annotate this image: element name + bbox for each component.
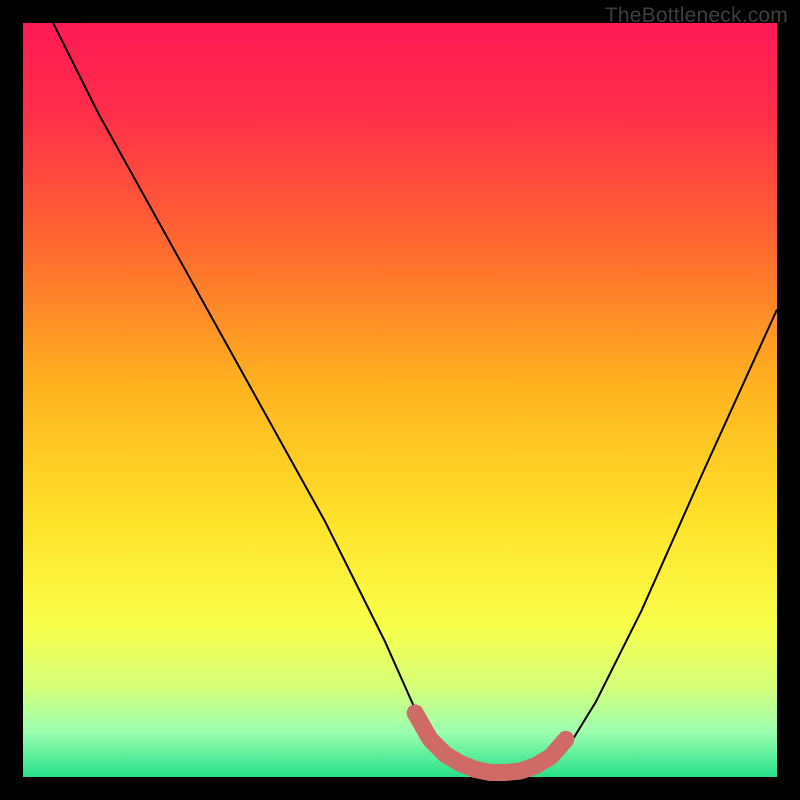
trough-marker-band bbox=[415, 713, 566, 773]
chart-frame: TheBottleneck.com bbox=[0, 0, 800, 800]
bottleneck-curve bbox=[53, 23, 777, 773]
watermark-text: TheBottleneck.com bbox=[605, 4, 788, 28]
chart-plot-area bbox=[23, 23, 777, 777]
chart-canvas bbox=[23, 23, 777, 777]
